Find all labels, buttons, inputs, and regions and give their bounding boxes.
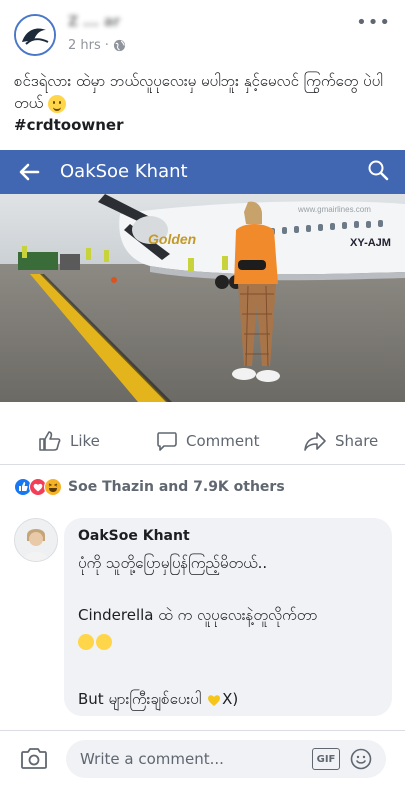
comment-bubble-icon [157,432,177,451]
post-text: စင်ဒရဲလား ထဲမှာ ဘယ်လူပုလေးမှ မပါဘူး နှင့… [14,72,383,112]
author-avatar-image [16,16,54,54]
smiley-emoji-icon [47,94,66,113]
comment-line-3-suffix: X) [222,690,239,708]
comment-line-3: But များကြီးချစ်ပေးပါ [78,690,202,708]
post-hashtag[interactable]: #crdtoowner [14,116,123,134]
commenter-avatar[interactable] [14,518,58,562]
camera-icon[interactable] [20,745,48,771]
author-name[interactable]: Z ... ar [68,14,120,30]
meta-separator: · [104,38,109,53]
shared-screenshot[interactable]: OakSoe Khant Golden XY-AJM www.gmairline… [0,150,405,402]
author-avatar[interactable] [14,14,56,56]
back-arrow-icon [19,163,40,181]
reactions-summary[interactable]: Soe Thazin and 7.9K others [14,478,285,496]
laughing-crying-emoji-icon [96,633,112,650]
share-label: Share [335,432,379,450]
post-meta: 2 hrs · [68,38,126,53]
comment-label: Comment [186,432,260,450]
comment-line-2: Cinderella ထဲ က လူပုလေးနဲ့တူလိုက်တာ [78,606,318,624]
comment-bubble: OakSoe Khant ပုံကို သူတို့ပြောမှပြန်ကြည့… [64,518,392,716]
globe-icon [113,39,125,52]
like-label: Like [70,432,100,450]
shared-page-title: OakSoe Khant [60,161,188,182]
post-header: Z ... ar 2 hrs · ••• [0,0,405,66]
aircraft-registration: XY-AJM [350,237,391,249]
comment-button[interactable]: Comment [156,430,260,452]
commenter-avatar-image [15,519,57,561]
comment-input[interactable]: Write a comment... GIF [66,740,386,778]
yellow-heart-icon [208,694,221,706]
more-options-icon[interactable]: ••• [356,12,391,33]
like-button[interactable]: Like [38,430,100,452]
comment-emojis [78,630,114,652]
thumbs-up-icon [39,431,61,451]
airport-photo: Golden XY-AJM www.gmairlines.com [0,194,405,402]
emoji-picker-icon[interactable] [350,748,372,770]
airline-logo-text: Golden [148,231,196,247]
share-arrow-icon [304,432,326,451]
reactions-text: Soe Thazin and 7.9K others [68,479,285,495]
comment-line-3-wrap: But များကြီးချစ်ပေးပါ X) [78,688,238,710]
post-action-bar: Like Comment Share [0,420,405,465]
gif-button[interactable]: GIF [312,748,340,770]
search-icon [368,160,389,181]
shared-fb-header: OakSoe Khant [0,150,405,194]
comment-input-placeholder: Write a comment... [80,750,224,768]
comment-composer: Write a comment... GIF [0,730,405,786]
comment-line-1: ပုံကို သူတို့ပြောမှပြန်ကြည့်မိတယ်.. [78,554,268,572]
photo-watermark: www.gmairlines.com [297,205,371,214]
post-time[interactable]: 2 hrs [68,38,101,53]
laughing-crying-emoji-icon [78,633,94,650]
haha-reaction-icon [44,478,62,496]
share-button[interactable]: Share [303,430,378,452]
comment-author[interactable]: OakSoe Khant [78,528,190,544]
post-text-block: စင်ဒရဲလား ထဲမှာ ဘယ်လူပုလေးမှ မပါဘူး နှင့… [14,70,394,136]
